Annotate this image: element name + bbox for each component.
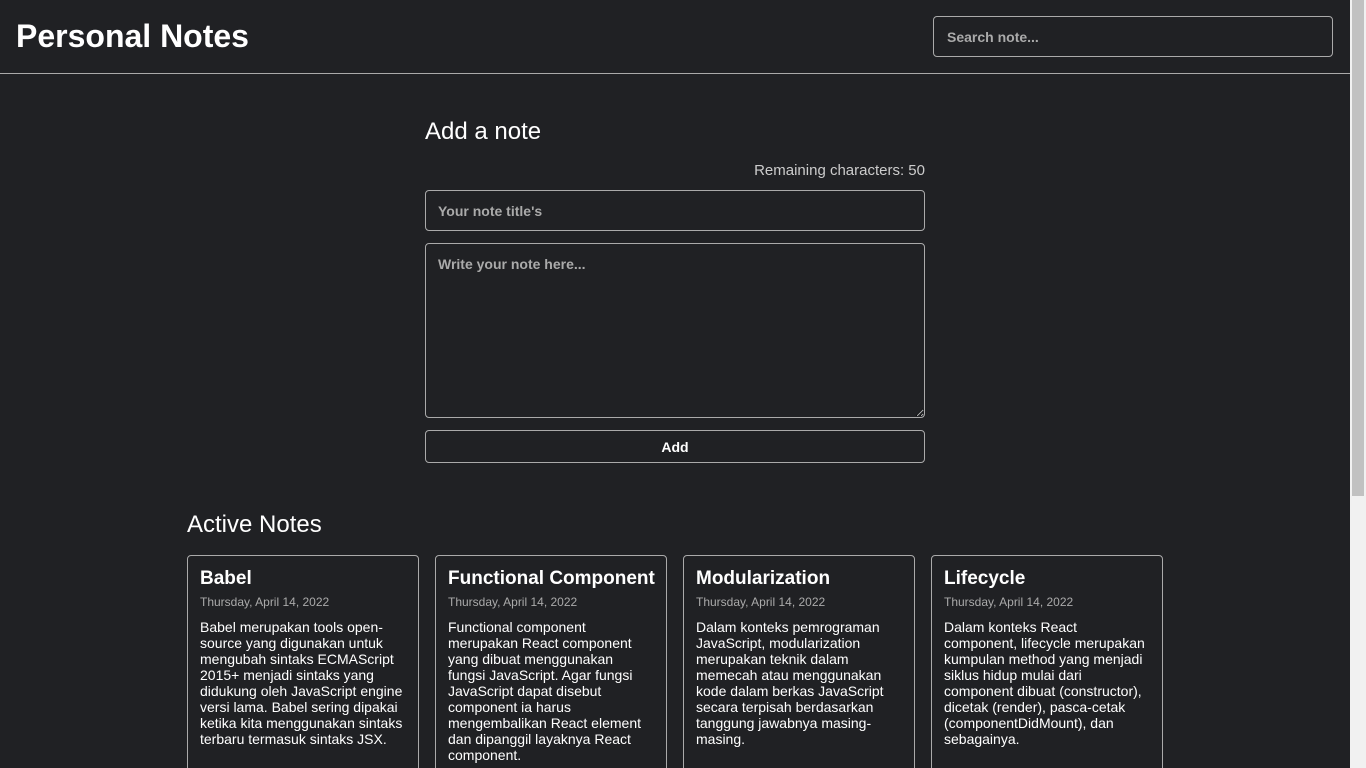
note-body-input[interactable] (425, 243, 925, 418)
notes-list: Babel Thursday, April 14, 2022 Babel mer… (187, 555, 1163, 768)
note-body: Dalam konteks React component, lifecycle… (944, 619, 1145, 747)
page-scrollbar[interactable] (1350, 0, 1366, 768)
note-body: Babel merupakan tools open-source yang d… (200, 619, 403, 747)
app-title: Personal Notes (16, 18, 249, 54)
note-date: Thursday, April 14, 2022 (200, 595, 330, 609)
note-body: Dalam konteks pemrograman JavaScript, mo… (696, 619, 884, 747)
note-title: Functional Component (448, 568, 655, 589)
note-title: Lifecycle (944, 568, 1026, 589)
note-date: Thursday, April 14, 2022 (448, 595, 578, 609)
note-title: Modularization (696, 568, 831, 589)
note-card: Functional Component Thursday, April 14,… (435, 555, 667, 768)
remaining-characters: Remaining characters: 50 (754, 162, 925, 179)
note-date: Thursday, April 14, 2022 (944, 595, 1074, 609)
note-card: Modularization Thursday, April 14, 2022 … (683, 555, 915, 768)
app-header: Personal Notes (0, 0, 1350, 74)
note-body: Functional component merupakan React com… (448, 619, 641, 763)
add-note-heading: Add a note (425, 118, 542, 145)
note-title-input[interactable] (425, 190, 925, 231)
active-notes-heading: Active Notes (187, 511, 322, 538)
note-title: Babel (200, 568, 252, 589)
add-note-button[interactable]: Add (425, 430, 925, 463)
note-date: Thursday, April 14, 2022 (696, 595, 826, 609)
scrollbar-thumb[interactable] (1352, 0, 1364, 496)
note-card: Lifecycle Thursday, April 14, 2022 Dalam… (931, 555, 1163, 768)
note-card: Babel Thursday, April 14, 2022 Babel mer… (187, 555, 419, 768)
search-input[interactable] (933, 16, 1333, 57)
